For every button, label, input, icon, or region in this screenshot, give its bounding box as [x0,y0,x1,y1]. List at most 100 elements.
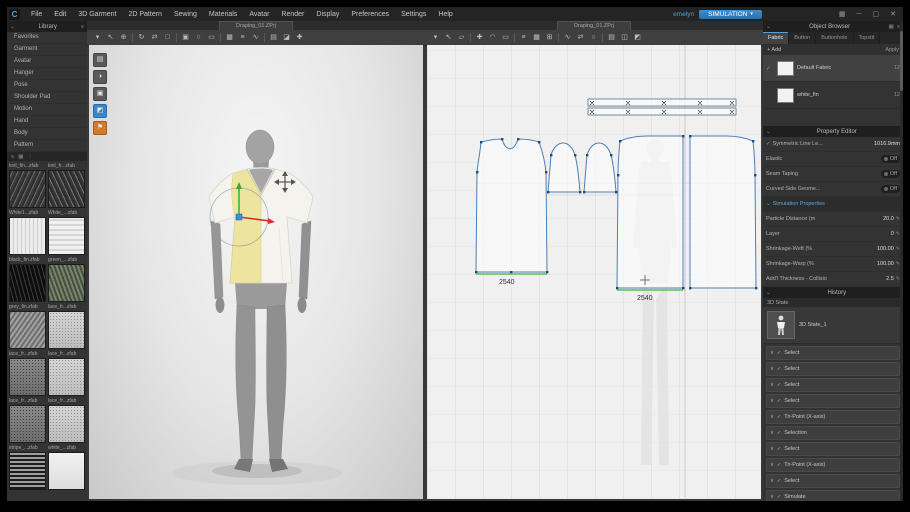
menu-item-help[interactable]: Help [432,11,458,18]
maximize-icon[interactable]: ▢ [870,10,883,18]
tab-fabric[interactable]: Fabric [763,32,789,44]
polygon-icon[interactable]: ▱ [455,31,468,45]
stitch-icon[interactable]: ∿ [249,31,262,45]
pattern-sleeve-left[interactable] [548,143,580,192]
shrinkage-weft-field[interactable]: 100.00 [877,246,894,252]
fabric-item[interactable]: White_...zfab [48,210,85,255]
show-garment-icon[interactable]: ▤ [93,53,107,67]
menu-item-file[interactable]: File [25,11,48,18]
pattern-back-right[interactable] [690,136,756,288]
property-value[interactable]: 1016.9mm [874,141,900,147]
account-name[interactable]: emelyn [673,11,694,18]
texture-icon[interactable]: ▦ [223,31,236,45]
simulation-button[interactable]: SIMULATION ▾ [699,10,762,19]
menu-item-materials[interactable]: Materials [203,11,243,18]
rectangle-icon[interactable]: ▭ [499,31,512,45]
history-entry[interactable]: ∨✓Select [766,378,900,392]
menu-item-sewing[interactable]: Sewing [168,11,203,18]
menu-item-edit[interactable]: Edit [48,11,72,18]
fabric-item[interactable]: lace_fr...zfab [48,304,85,349]
show-pins-icon[interactable]: ⚑ [93,121,107,135]
minimize-icon[interactable]: ─ [854,11,865,18]
more-icon[interactable]: ⋮ [27,154,33,160]
library-item-favorites[interactable]: Favorites [7,32,87,44]
pan-icon[interactable]: ⇄ [148,31,161,45]
shrinkage-warp-field[interactable]: 100.00 [877,261,894,267]
add-icon[interactable]: ✚ [293,31,306,45]
mirror-icon[interactable]: ◫ [618,31,631,45]
menu-item-2d-pattern[interactable]: 2D Pattern [122,11,167,18]
grid-icon[interactable]: ▤ [267,31,280,45]
particle-distance-field[interactable]: 20.0 [883,216,894,222]
fabric-item[interactable]: white_...zfab [48,445,85,490]
history-entry[interactable]: ∨✓Select [766,394,900,408]
property-section-header[interactable]: ⌄ Simulation Properties [763,197,903,212]
library-item-shoulder-pad[interactable]: Shoulder Pad [7,92,87,104]
notch-icon[interactable]: ∿ [561,31,574,45]
menu-icon[interactable]: ≡ [81,24,84,30]
elastic-toggle[interactable]: Off [881,155,900,163]
layout-icon[interactable]: ▦ [889,24,894,30]
fabric-item[interactable]: lace_fr...zfab [48,351,85,396]
rectangle-tool-icon[interactable]: ▭ [205,31,218,45]
library-item-pose[interactable]: Pose [7,80,87,92]
tab-topstitch[interactable]: Topstit [854,32,881,44]
layer-field[interactable]: 0 [891,231,894,237]
tab-buttonhole[interactable]: Buttonhole [816,32,853,44]
chevron-down-icon[interactable]: ⌄ [766,24,771,30]
pattern-band[interactable] [588,99,736,115]
grid-view-icon[interactable]: ▦ [18,154,23,160]
show-avatar-icon[interactable]: ◩ [93,104,107,118]
fabric-item[interactable]: stripe_...zfab [9,445,46,490]
canvas-3d[interactable]: ▤ ◑ ▣ ◩ ⚑ [89,45,423,499]
library-item-hand[interactable]: Hand [7,116,87,128]
history-section-3d-state[interactable]: 3D State [763,298,903,307]
fabric-list-item[interactable]: ✓ Default Fabric 12 [763,55,903,82]
library-item-pattern[interactable]: Pattern [7,140,87,152]
library-item-motion[interactable]: Motion [7,104,87,116]
fabric-item[interactable]: knit_fr...zfab [48,163,85,208]
select-move-icon[interactable]: ↖ [104,31,117,45]
history-entry[interactable]: ∨✓Tri-Point (X-axis) [766,458,900,472]
pattern-back-left[interactable] [617,136,683,288]
close-icon[interactable]: ✕ [887,10,899,18]
seam-taping-toggle[interactable]: Off [881,170,900,178]
library-item-garment[interactable]: Garment [7,44,87,56]
right-panel-scrollbar[interactable] [900,21,903,501]
menu-item-avatar[interactable]: Avatar [243,11,275,18]
show-texture-icon[interactable]: ▣ [93,87,107,101]
curved-side-toggle[interactable]: Off [881,185,900,193]
library-item-body[interactable]: Body [7,128,87,140]
texture-icon[interactable]: ▦ [530,31,543,45]
show-seams-icon[interactable]: ◑ [93,70,107,84]
rotate-icon[interactable]: ↻ [135,31,148,45]
fabric-item[interactable]: green_...zfab [48,257,85,302]
app-logo-icon[interactable]: C [9,9,20,20]
history-entry[interactable]: ∨✓Select [766,442,900,456]
box-select-icon[interactable]: □ [161,31,174,45]
fabric-item[interactable]: lace_fr...zfab [48,398,85,443]
fabric-item[interactable]: lace_fr...zfab [9,398,46,443]
history-entry[interactable]: ∨✓Select [766,346,900,360]
add-fabric-button[interactable]: + Add [767,47,781,53]
dropdown-icon[interactable]: ▾ [429,31,442,45]
circle-icon[interactable]: ○ [587,31,600,45]
menu-item-settings[interactable]: Settings [395,11,432,18]
gizmo-center[interactable] [236,214,242,220]
layout-icon[interactable]: ▦ [836,10,849,18]
canvas-2d[interactable]: 2540 2540 [427,45,761,499]
fabric-item[interactable]: White1...zfab [9,210,46,255]
mesh-icon[interactable]: ▣ [179,31,192,45]
chevron-down-icon[interactable]: ⌄ [766,290,771,296]
history-entry[interactable]: ∨✓Simulate [766,490,900,501]
menu-item-preferences[interactable]: Preferences [345,11,395,18]
history-state-item[interactable]: 3D State_1 [763,307,903,344]
pin-icon[interactable]: ⊕ [117,31,130,45]
layers-icon[interactable]: ▤ [605,31,618,45]
pattern-front-bodice[interactable] [476,139,547,272]
add-point-icon[interactable]: ✚ [473,31,486,45]
menu-item-3d-garment[interactable]: 3D Garment [72,11,122,18]
tab-button[interactable]: Button [789,32,816,44]
apply-button[interactable]: Apply [885,47,899,53]
fabric-item[interactable]: grey_fin.zfab [9,304,46,349]
